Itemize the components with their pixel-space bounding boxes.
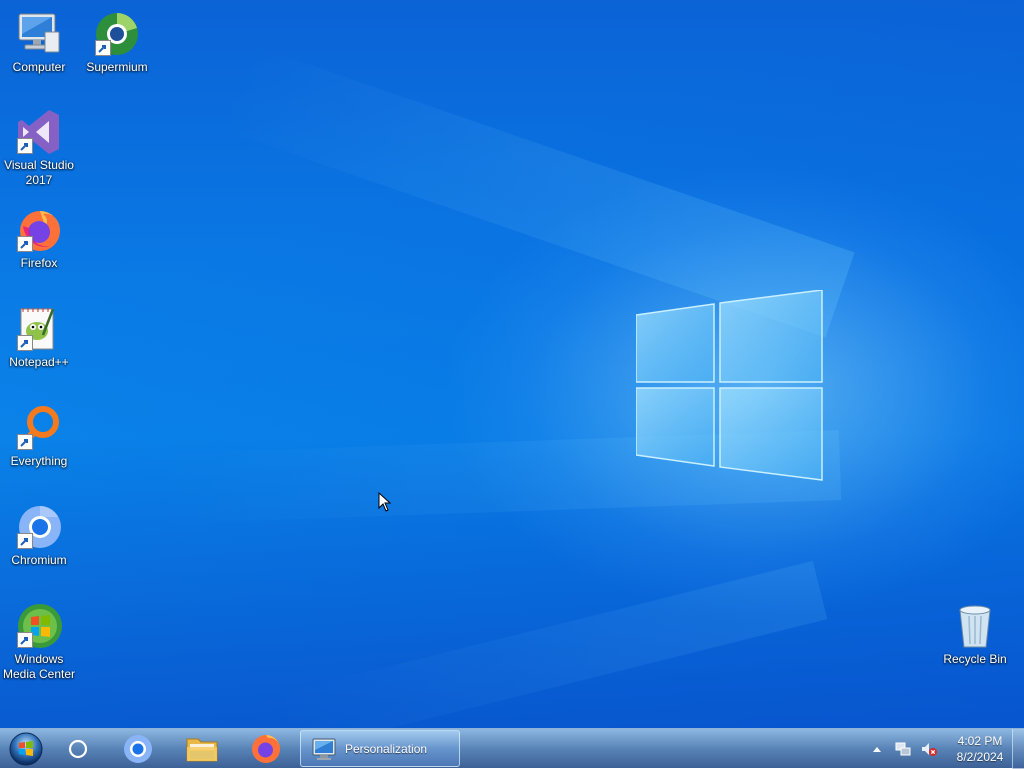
desktop-icon-supermium[interactable]: Supermium	[78, 10, 156, 75]
desktop-icon-label: Recycle Bin	[943, 652, 1007, 666]
shortcut-arrow-icon	[17, 138, 33, 154]
desktop-icon-notepad-plus-plus[interactable]: Notepad++	[0, 305, 78, 370]
desktop-icon-label: Chromium	[11, 553, 67, 567]
firefox-icon	[15, 206, 63, 254]
shortcut-arrow-icon	[17, 434, 33, 450]
shortcut-arrow-icon	[17, 236, 33, 252]
clock-date: 8/2/2024	[956, 750, 1004, 764]
desktop-icon-everything[interactable]: Everything	[0, 404, 78, 469]
desktop-icon-chromium[interactable]: Chromium	[0, 503, 78, 568]
clock-time: 4:02 PM	[957, 734, 1003, 748]
desktop-icon-visual-studio-2017[interactable]: Visual Studio 2017	[0, 108, 78, 188]
taskbar-window-label: Personalization	[345, 741, 428, 756]
taskbar-window-personalization[interactable]: Personalization	[300, 730, 460, 767]
supermium-icon	[93, 10, 141, 58]
chromium-icon	[124, 735, 152, 763]
desktop-icon-label: Firefox	[20, 256, 58, 270]
desktop-icon-windows-media-center[interactable]: Windows Media Center	[0, 602, 78, 682]
everything-icon	[15, 404, 63, 452]
shortcut-arrow-icon	[17, 335, 33, 351]
windows-logo-wallpaper	[636, 290, 823, 481]
desktop-icon-label: Visual Studio 2017	[4, 158, 74, 187]
folder-icon	[186, 738, 218, 762]
computer-icon	[15, 10, 63, 58]
mouse-cursor-icon	[378, 492, 392, 512]
windows-media-center-icon	[15, 602, 63, 650]
taskbar-search-button[interactable]	[50, 731, 106, 767]
desktop[interactable]: Computer Supermium Visual Studio 2017 Fi…	[0, 0, 1024, 728]
personalization-icon	[312, 738, 336, 760]
desktop-icon-label: Everything	[10, 454, 68, 468]
chromium-icon	[15, 503, 63, 551]
shortcut-arrow-icon	[17, 632, 33, 648]
shortcut-arrow-icon	[17, 533, 33, 549]
taskbar-file-explorer-button[interactable]	[174, 731, 230, 767]
taskbar: Personalization 4:02 PM 8/2/2024	[0, 728, 1024, 769]
search-circle-icon	[68, 739, 88, 759]
visual-studio-icon	[15, 108, 63, 156]
shortcut-arrow-icon	[95, 40, 111, 56]
desktop-icon-label: Supermium	[86, 60, 148, 74]
taskbar-clock[interactable]: 4:02 PM 8/2/2024	[950, 733, 1010, 765]
wallpaper-light-beam	[269, 560, 828, 728]
desktop-icon-firefox[interactable]: Firefox	[0, 206, 78, 271]
desktop-icon-recycle-bin[interactable]: Recycle Bin	[936, 602, 1014, 667]
recycle-bin-icon	[951, 602, 999, 650]
desktop-icon-label: Computer	[12, 60, 66, 74]
taskbar-chromium-button[interactable]	[110, 731, 166, 767]
volume-muted-icon[interactable]	[921, 741, 937, 757]
show-hidden-icons-arrow-icon[interactable]	[869, 741, 885, 757]
show-desktop-button[interactable]	[1012, 729, 1024, 769]
start-button[interactable]	[6, 731, 46, 767]
windows-start-orb-icon	[9, 732, 43, 766]
desktop-icon-label: Windows Media Center	[2, 652, 76, 681]
desktop-icon-label: Notepad++	[9, 355, 69, 369]
desktop-icon-computer[interactable]: Computer	[0, 10, 78, 75]
network-icon[interactable]	[895, 741, 911, 757]
notepad-plus-plus-icon	[15, 305, 63, 353]
system-tray: 4:02 PM 8/2/2024	[864, 729, 1010, 769]
taskbar-firefox-button[interactable]	[238, 731, 294, 767]
firefox-icon	[252, 735, 280, 763]
